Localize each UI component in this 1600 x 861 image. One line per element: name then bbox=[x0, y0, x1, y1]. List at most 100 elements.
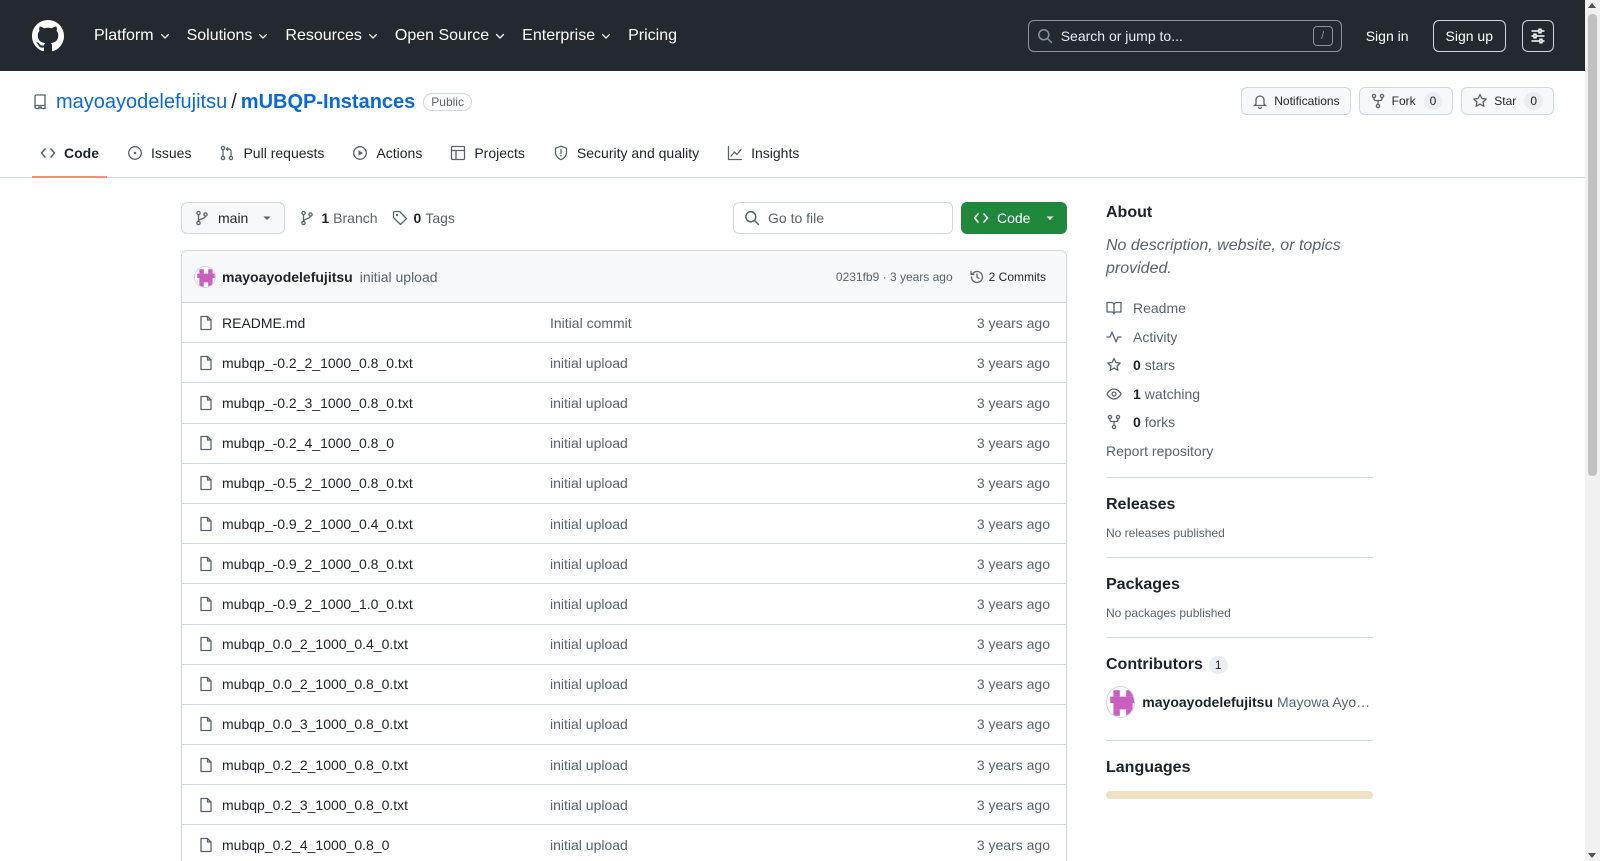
file-commit-message-link[interactable]: initial upload bbox=[550, 716, 628, 732]
table-row[interactable]: README.md Initial commit 3 years ago bbox=[182, 303, 1066, 344]
file-name-link[interactable]: mubqp_-0.2_3_1000_0.8_0.txt bbox=[222, 395, 550, 411]
report-repository-link[interactable]: Report repository bbox=[1106, 437, 1373, 466]
file-commit-age: 3 years ago bbox=[976, 555, 1050, 572]
avatar[interactable] bbox=[194, 265, 216, 288]
nav-pricing[interactable]: Pricing bbox=[620, 20, 685, 52]
commit-author-link[interactable]: mayoayodelefujitsu bbox=[222, 269, 353, 285]
file-commit-message-link[interactable]: initial upload bbox=[550, 596, 628, 612]
tags-link[interactable]: 0 Tags bbox=[392, 210, 455, 226]
commit-sha-link[interactable]: 0231fb9 · 3 years ago bbox=[836, 270, 953, 284]
table-row[interactable]: mubqp_-0.9_2_1000_1.0_0.txt initial uploa… bbox=[182, 584, 1066, 625]
appearance-settings-button[interactable] bbox=[1522, 19, 1554, 52]
star-button[interactable]: Star 0 bbox=[1461, 87, 1554, 115]
scroll-down-arrow-icon[interactable] bbox=[1588, 853, 1596, 858]
nav-platform[interactable]: Platform bbox=[86, 20, 179, 52]
file-commit-age: 3 years ago bbox=[976, 314, 1050, 331]
table-row[interactable]: mubqp_-0.2_4_1000_0.8_0 initial upload 3 y… bbox=[182, 424, 1066, 464]
table-row[interactable]: mubqp_-0.2_2_1000_0.8_0.txt initial uploa… bbox=[182, 343, 1066, 384]
file-name-link[interactable]: mubqp_-0.2_2_1000_0.8_0.txt bbox=[222, 355, 550, 371]
file-name-link[interactable]: mubqp_-0.5_2_1000_0.8_0.txt bbox=[222, 475, 550, 491]
readme-link[interactable]: Readme bbox=[1106, 294, 1373, 323]
book-icon bbox=[1106, 302, 1122, 315]
releases-heading[interactable]: Releases bbox=[1106, 496, 1373, 514]
nav-enterprise[interactable]: Enterprise bbox=[514, 20, 620, 52]
tab-code[interactable]: Code bbox=[32, 130, 107, 178]
contributors-section: Contributors 1 mayoayodelefujitsu Mayowa… bbox=[1106, 637, 1373, 718]
commit-message-link[interactable]: initial upload bbox=[360, 269, 438, 285]
tab-insights[interactable]: Insights bbox=[719, 130, 807, 178]
file-name-link[interactable]: README.md bbox=[222, 315, 550, 331]
file-commit-message-link[interactable]: initial upload bbox=[550, 676, 628, 692]
file-commit-message-link[interactable]: initial upload bbox=[550, 556, 628, 572]
tab-pull-requests[interactable]: Pull requests bbox=[211, 130, 332, 178]
file-commit-message-link[interactable]: initial upload bbox=[550, 475, 628, 491]
github-logo-icon[interactable] bbox=[32, 19, 64, 52]
star-label: Star bbox=[1494, 94, 1517, 108]
fork-button[interactable]: Fork 0 bbox=[1358, 87, 1454, 115]
code-icon bbox=[973, 213, 989, 223]
file-name-link[interactable]: mubqp_-0.9_2_1000_0.4_0.txt bbox=[222, 516, 550, 532]
code-dropdown-button[interactable]: Code bbox=[961, 202, 1067, 234]
avatar[interactable] bbox=[1106, 686, 1136, 718]
file-name-link[interactable]: mubqp_0.2_4_1000_0.8_0 bbox=[222, 837, 550, 853]
notifications-button[interactable]: Notifications bbox=[1241, 87, 1351, 115]
file-name-link[interactable]: mubqp_0.2_3_1000_0.8_0.txt bbox=[222, 797, 550, 813]
table-row[interactable]: mubqp_0.0_2_1000_0.8_0.txt initial upload… bbox=[182, 665, 1066, 705]
table-row[interactable]: mubqp_-0.9_2_1000_0.4_0.txt initial uploa… bbox=[182, 504, 1066, 545]
tab-security-and-quality[interactable]: Security and quality bbox=[545, 130, 707, 178]
table-row[interactable]: mubqp_0.2_3_1000_0.8_0.txt initial upload… bbox=[182, 785, 1066, 826]
stars-link[interactable]: 0 stars bbox=[1106, 351, 1373, 380]
forks-link[interactable]: 0 forks bbox=[1106, 408, 1373, 437]
file-name-link[interactable]: mubqp_0.0_2_1000_0.4_0.txt bbox=[222, 636, 550, 652]
activity-link[interactable]: Activity bbox=[1106, 323, 1373, 352]
nav-open-source[interactable]: Open Source bbox=[387, 20, 514, 52]
file-commit-message-link[interactable]: initial upload bbox=[550, 395, 628, 411]
table-row[interactable]: mubqp_0.0_3_1000_0.8_0.txt initial upload… bbox=[182, 705, 1066, 746]
go-to-file-input[interactable]: Go to file bbox=[733, 202, 953, 234]
branch-selector[interactable]: main bbox=[181, 202, 286, 234]
page-scrollbar[interactable] bbox=[1585, 0, 1600, 861]
file-name-link[interactable]: mubqp_0.2_2_1000_0.8_0.txt bbox=[222, 757, 550, 773]
contributors-heading-link[interactable]: Contributors bbox=[1106, 656, 1203, 674]
file-commit-message-link[interactable]: initial upload bbox=[550, 757, 628, 773]
watchers-link[interactable]: 1 watching bbox=[1106, 380, 1373, 409]
table-row[interactable]: mubqp_0.2_4_1000_0.8_0 initial upload 3 ye… bbox=[182, 825, 1066, 861]
contributor-item[interactable]: mayoayodelefujitsu Mayowa Ayodele bbox=[1106, 686, 1373, 718]
file-commit-message-link[interactable]: Initial commit bbox=[550, 315, 632, 331]
global-search-input[interactable]: Search or jump to... / bbox=[1027, 19, 1342, 52]
table-row[interactable]: mubqp_0.0_2_1000_0.4_0.txt initial upload… bbox=[182, 625, 1066, 665]
file-commit-message-link[interactable]: initial upload bbox=[550, 516, 628, 532]
nav-resources[interactable]: Resources bbox=[277, 20, 386, 52]
packages-heading[interactable]: Packages bbox=[1106, 576, 1373, 594]
table-row[interactable]: mubqp_-0.9_2_1000_0.8_0.txt initial uploa… bbox=[182, 544, 1066, 585]
issue-icon bbox=[128, 146, 142, 160]
file-commit-message-link[interactable]: initial upload bbox=[550, 837, 628, 853]
repo-owner-link[interactable]: mayoayodelefujitsu bbox=[56, 91, 227, 114]
table-row[interactable]: mubqp_-0.2_3_1000_0.8_0.txt initial uploa… bbox=[182, 383, 1066, 424]
tab-issues[interactable]: Issues bbox=[119, 130, 199, 178]
file-commit-message-link[interactable]: initial upload bbox=[550, 435, 628, 451]
commits-history-link[interactable]: 2 Commits bbox=[969, 269, 1046, 285]
branches-link[interactable]: 1 Branch bbox=[299, 210, 378, 226]
nav-solutions[interactable]: Solutions bbox=[179, 20, 278, 52]
scrollbar-thumb[interactable] bbox=[1588, 14, 1597, 476]
file-commit-message-link[interactable]: initial upload bbox=[550, 636, 628, 652]
repo-name-link[interactable]: mUBQP-Instances bbox=[241, 91, 416, 114]
tab-actions[interactable]: Actions bbox=[344, 130, 430, 178]
scroll-up-arrow-icon[interactable] bbox=[1588, 3, 1596, 8]
sign-up-button[interactable]: Sign up bbox=[1432, 19, 1506, 52]
about-description: No description, website, or topics provi… bbox=[1106, 237, 1341, 277]
chevron-down-icon bbox=[601, 33, 611, 39]
file-name-link[interactable]: mubqp_0.0_3_1000_0.8_0.txt bbox=[222, 716, 550, 732]
file-name-link[interactable]: mubqp_-0.9_2_1000_0.8_0.txt bbox=[222, 556, 550, 572]
file-name-link[interactable]: mubqp_-0.2_4_1000_0.8_0 bbox=[222, 435, 550, 451]
file-commit-message-link[interactable]: initial upload bbox=[550, 355, 628, 371]
tab-projects[interactable]: Projects bbox=[442, 130, 533, 178]
file-name-link[interactable]: mubqp_-0.9_2_1000_1.0_0.txt bbox=[222, 596, 550, 612]
table-row[interactable]: mubqp_0.2_2_1000_0.8_0.txt initial upload… bbox=[182, 745, 1066, 786]
sign-in-link[interactable]: Sign in bbox=[1358, 28, 1417, 44]
file-name-link[interactable]: mubqp_0.0_2_1000_0.8_0.txt bbox=[222, 676, 550, 692]
table-row[interactable]: mubqp_-0.5_2_1000_0.8_0.txt initial uploa… bbox=[182, 464, 1066, 504]
file-commit-message-link[interactable]: initial upload bbox=[550, 797, 628, 813]
code-button-label: Code bbox=[997, 210, 1031, 226]
